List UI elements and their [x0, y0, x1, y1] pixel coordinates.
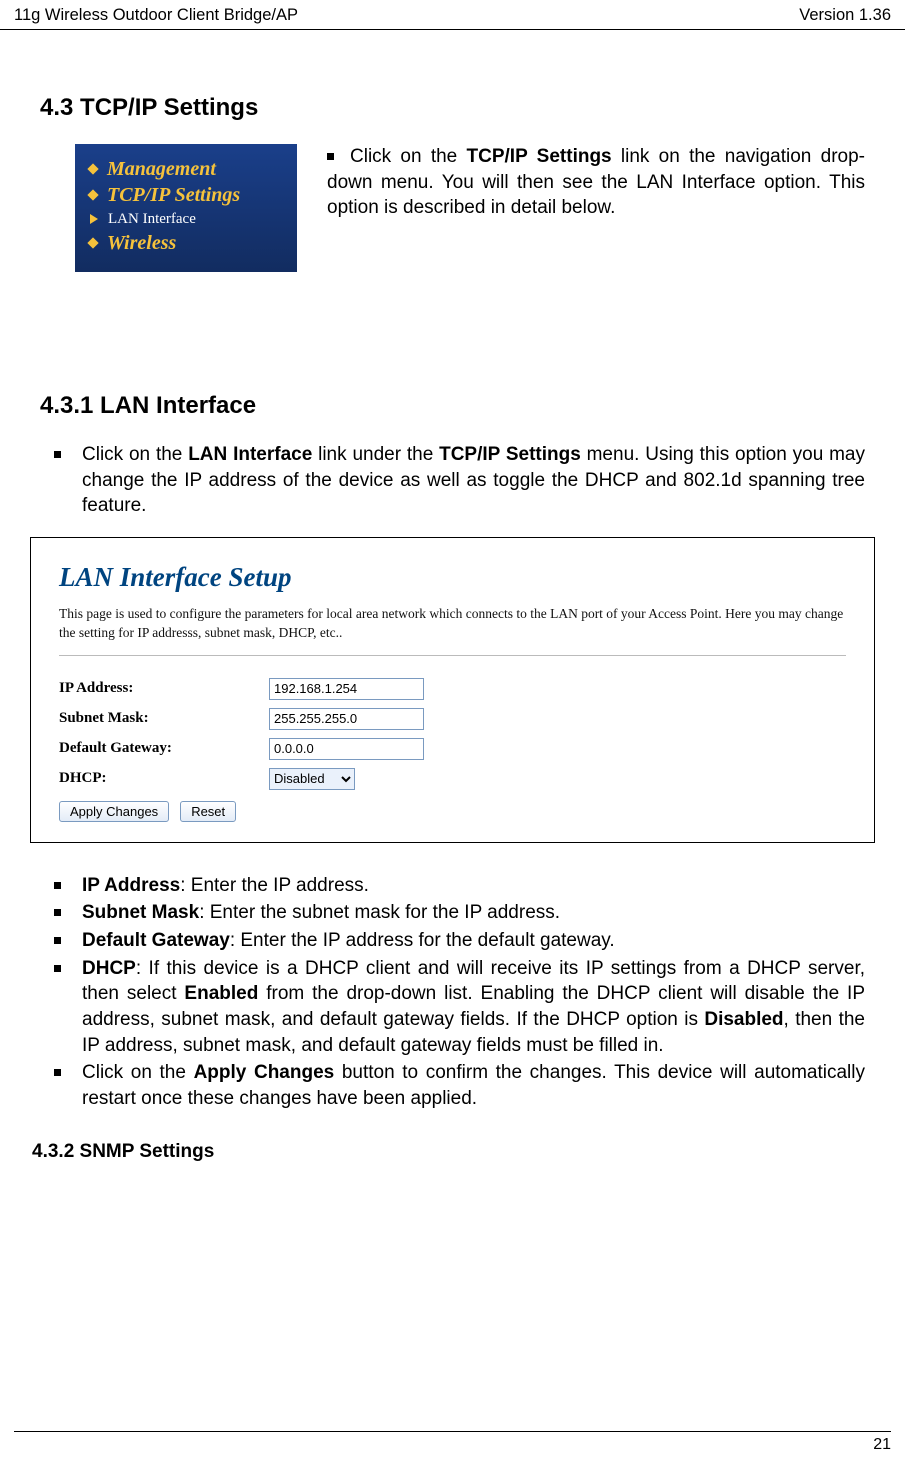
list-item: IP Address: Enter the IP address. — [40, 873, 865, 899]
select-dhcp[interactable]: Disabled — [269, 768, 355, 790]
t: Disabled — [704, 1009, 783, 1030]
input-subnet-mask[interactable] — [269, 708, 424, 730]
nav-label-tcpip: TCP/IP Settings — [107, 184, 240, 207]
intro-paragraph: Click on the TCP/IP Settings link on the… — [327, 144, 865, 221]
input-default-gateway[interactable] — [269, 738, 424, 760]
t: IP Address — [82, 875, 180, 896]
t: : Enter the subnet mask for the IP addre… — [199, 902, 560, 923]
list-item: Default Gateway: Enter the IP address fo… — [40, 928, 865, 954]
t: Enabled — [184, 983, 258, 1004]
arrow-icon — [90, 214, 98, 224]
nav-label-management: Management — [107, 158, 216, 181]
nav-label-lan: LAN Interface — [108, 211, 196, 228]
t: DHCP — [82, 958, 136, 979]
intro-row: Management TCP/IP Settings LAN Interface… — [75, 144, 865, 272]
label-gw: Default Gateway: — [59, 740, 269, 757]
reset-button[interactable]: Reset — [180, 801, 236, 822]
lan-setup-desc: This page is used to configure the param… — [59, 605, 846, 656]
intro-list-431: Click on the LAN Interface link under th… — [40, 442, 865, 519]
heading-4-3-2: 4.3.2 SNMP Settings — [32, 1141, 875, 1163]
nav-menu-image: Management TCP/IP Settings LAN Interface… — [75, 144, 297, 272]
label-mask: Subnet Mask: — [59, 710, 269, 727]
list-item: Click on the LAN Interface link under th… — [40, 442, 865, 519]
heading-4-3-1: 4.3.1 LAN Interface — [40, 392, 865, 420]
lan-setup-title: LAN Interface Setup — [59, 562, 846, 593]
intro-text-pre: Click on the — [350, 146, 467, 167]
field-bullets: IP Address: Enter the IP address. Subnet… — [40, 873, 865, 1112]
apply-changes-button[interactable]: Apply Changes — [59, 801, 169, 822]
list-item: Click on the Apply Changes button to con… — [40, 1060, 865, 1111]
page-footer: 21 — [14, 1431, 891, 1454]
t: link under the — [312, 444, 439, 465]
t: Click on the — [82, 444, 188, 465]
heading-4-3: 4.3 TCP/IP Settings — [40, 94, 865, 122]
list-item: Subnet Mask: Enter the subnet mask for t… — [40, 900, 865, 926]
diamond-icon — [87, 163, 98, 174]
page-header: 11g Wireless Outdoor Client Bridge/AP Ve… — [0, 0, 905, 30]
nav-item-management: Management — [75, 156, 297, 182]
list-item: DHCP: If this device is a DHCP client an… — [40, 956, 865, 1059]
nav-item-wireless: Wireless — [75, 230, 297, 256]
t: Click on the — [82, 1062, 194, 1083]
t: Default Gateway — [82, 930, 230, 951]
t: : Enter the IP address for the default g… — [230, 930, 615, 951]
nav-label-wireless: Wireless — [107, 232, 176, 255]
nav-item-lan: LAN Interface — [75, 208, 297, 230]
label-dhcp: DHCP: — [59, 770, 269, 787]
t: Apply Changes — [194, 1062, 335, 1083]
diamond-icon — [87, 237, 98, 248]
row-dhcp: DHCP: Disabled — [59, 768, 846, 790]
header-left: 11g Wireless Outdoor Client Bridge/AP — [14, 6, 298, 25]
button-row: Apply Changes Reset — [59, 800, 846, 822]
row-gw: Default Gateway: — [59, 738, 846, 760]
t: : Enter the IP address. — [180, 875, 369, 896]
bullet-icon — [327, 153, 334, 160]
t: TCP/IP Settings — [439, 444, 581, 465]
diamond-icon — [87, 189, 98, 200]
page-number: 21 — [873, 1436, 891, 1453]
header-right: Version 1.36 — [799, 6, 891, 25]
t: LAN Interface — [188, 444, 312, 465]
t: Subnet Mask — [82, 902, 199, 923]
intro-text-bold: TCP/IP Settings — [467, 146, 612, 167]
page-content: 4.3 TCP/IP Settings Management TCP/IP Se… — [0, 30, 905, 1163]
row-ip: IP Address: — [59, 678, 846, 700]
nav-item-tcpip: TCP/IP Settings — [75, 182, 297, 208]
input-ip-address[interactable] — [269, 678, 424, 700]
label-ip: IP Address: — [59, 680, 269, 697]
row-mask: Subnet Mask: — [59, 708, 846, 730]
lan-setup-panel: LAN Interface Setup This page is used to… — [30, 537, 875, 843]
